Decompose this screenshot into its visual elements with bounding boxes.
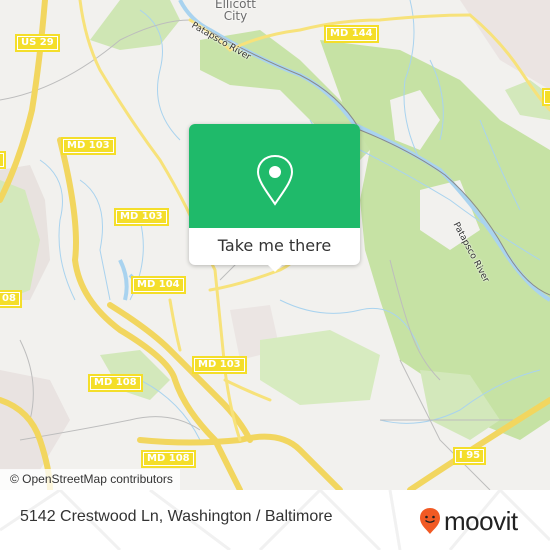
map-pin-icon [256, 154, 294, 206]
road-shield-us-29: US 29 [15, 34, 60, 52]
road-shield-md-108: MD 108 [141, 450, 196, 468]
place-label-line: City [223, 9, 248, 23]
moovit-wordmark: moovit [444, 506, 518, 536]
road-shield-md-103: MD 103 [61, 137, 116, 155]
place-label-ellicott-city: Ellicott City [215, 0, 256, 22]
road-shield-md-108: MD 108 [88, 374, 143, 392]
road-shield-md-108-edge: 08 [0, 290, 22, 308]
moovit-logo[interactable]: moovit [419, 507, 518, 535]
take-me-there-button[interactable]: Take me there [189, 230, 360, 262]
footer: 5142 Crestwood Ln, Washington / Baltimor… [0, 490, 550, 550]
road-shield-i-95: I 95 [453, 447, 487, 465]
map-attribution[interactable]: © OpenStreetMap contributors [0, 469, 180, 490]
urban-area [460, 0, 550, 90]
road-shield-md-144: MD 144 [324, 25, 379, 43]
park-area [260, 330, 380, 405]
road-shield-edge [542, 88, 550, 106]
address-text: 5142 Crestwood Ln, Washington / Baltimor… [20, 508, 333, 525]
park-area [90, 0, 180, 50]
take-me-there-popup[interactable]: Take me there [189, 124, 360, 272]
road-shield-md-104: MD 104 [131, 276, 186, 294]
map[interactable]: Ellicott City Patapsco River Patapsco Ri… [0, 0, 550, 490]
road-shield-edge [0, 151, 6, 169]
road-shield-md-103: MD 103 [114, 208, 169, 226]
moovit-pin-icon [420, 508, 440, 534]
urban-area [0, 370, 70, 470]
road-shield-md-103: MD 103 [192, 356, 247, 374]
popup-pointer [266, 263, 284, 272]
popup-header[interactable] [189, 124, 360, 228]
